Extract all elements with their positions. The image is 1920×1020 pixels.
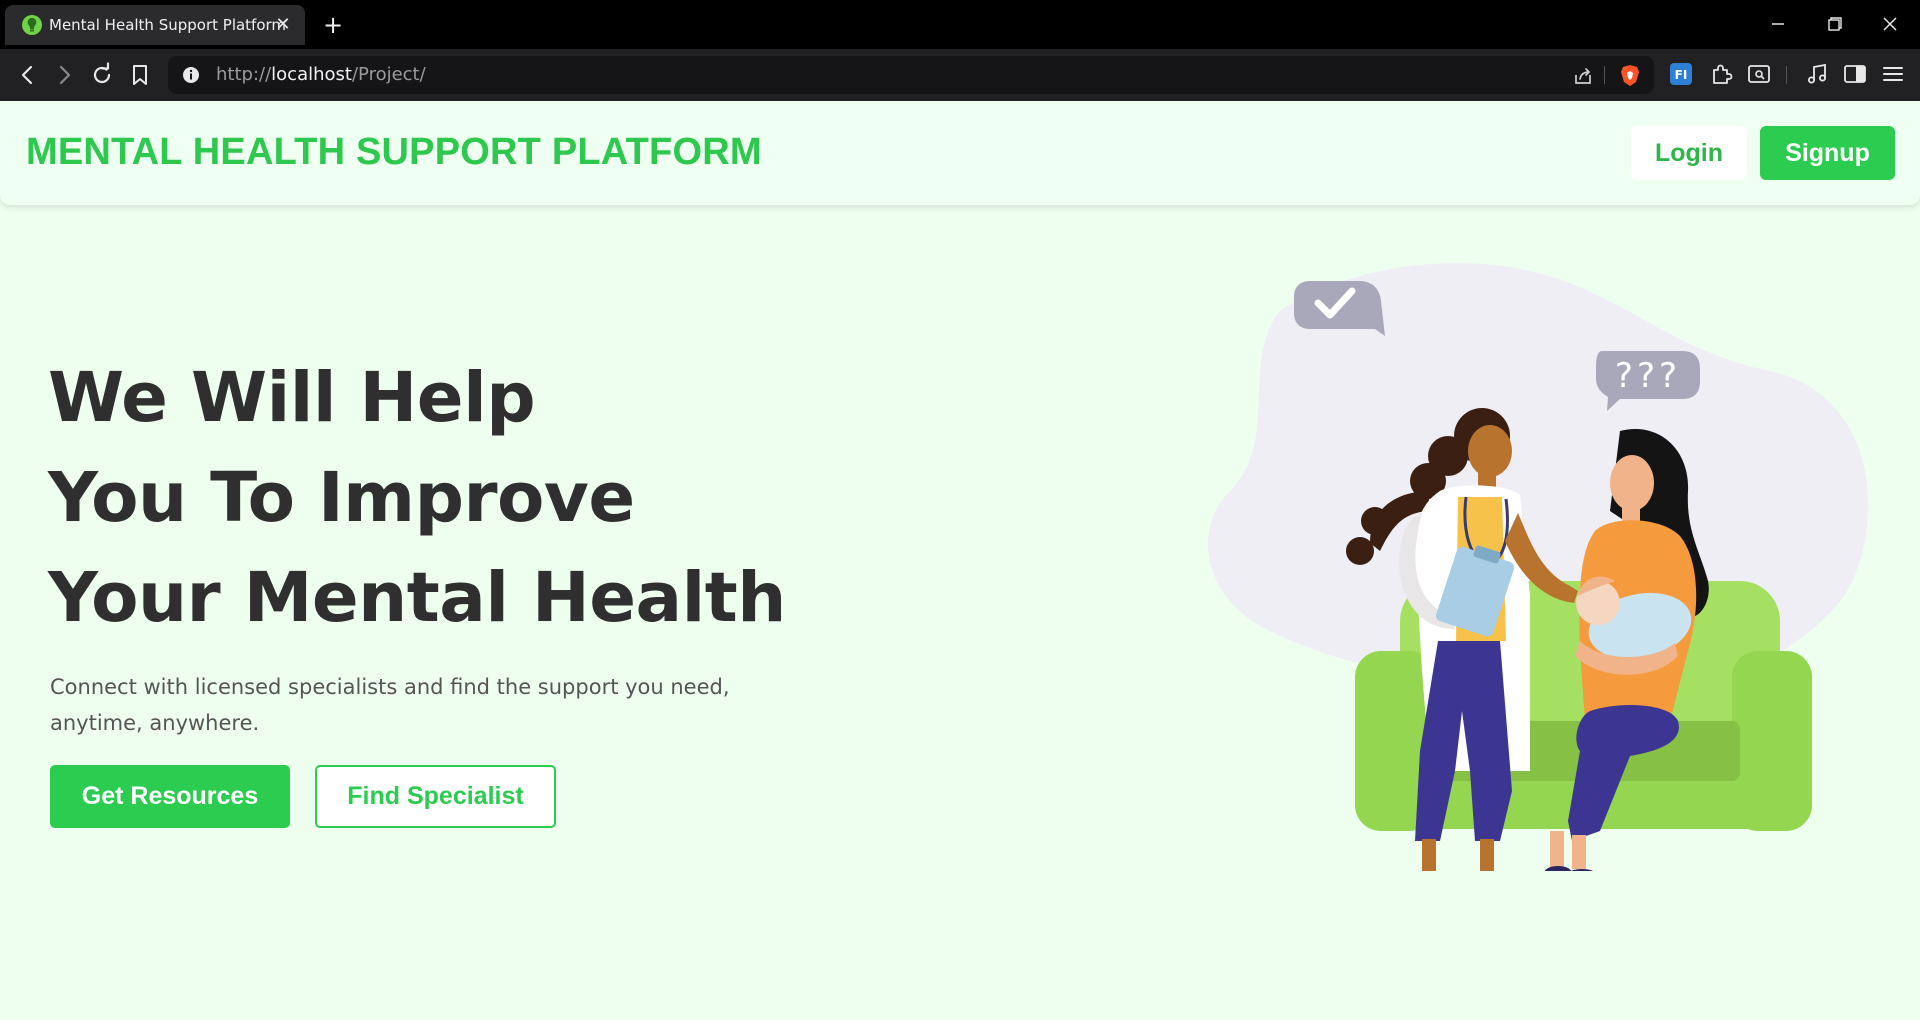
toolbar-separator — [1786, 66, 1787, 84]
address-separator — [1604, 66, 1605, 84]
forward-icon[interactable] — [50, 61, 78, 89]
hero-heading-line: Your Mental Health — [48, 558, 786, 638]
check-speech-bubble-icon — [1294, 281, 1385, 336]
page-viewport: MENTAL HEALTH SUPPORT PLATFORM Login Sig… — [0, 101, 1920, 1020]
site-info-icon[interactable] — [182, 66, 200, 84]
back-icon[interactable] — [14, 61, 42, 89]
browser-toolbar: http://localhost/Project/ FI — [0, 49, 1920, 101]
hero-heading-line: You To Improve — [48, 458, 635, 538]
menu-icon[interactable] — [1880, 61, 1906, 87]
hero-illustration: ??? — [1207, 263, 1869, 871]
extensions-icon[interactable] — [1708, 61, 1734, 87]
sidebar-icon[interactable] — [1842, 61, 1868, 87]
bookmark-icon[interactable] — [126, 61, 154, 89]
tab-title: Mental Health Support Platform — [49, 16, 287, 34]
share-icon[interactable] — [1572, 65, 1594, 87]
address-bar[interactable]: http://localhost/Project/ — [168, 56, 1654, 94]
browser-tab-active[interactable]: Mental Health Support Platform ✕ — [5, 5, 305, 45]
question-marks-text: ??? — [1615, 356, 1681, 396]
restore-icon[interactable] — [1814, 6, 1854, 42]
url-text[interactable]: http://localhost/Project/ — [216, 56, 426, 94]
svg-text:FI: FI — [1675, 68, 1688, 82]
hero-subtitle: Connect with licensed specialists and fi… — [50, 675, 730, 735]
reload-icon[interactable] — [88, 61, 116, 89]
reader-mode-icon[interactable] — [1746, 61, 1772, 87]
new-tab-icon[interactable]: + — [320, 12, 346, 38]
find-specialist-button[interactable]: Find Specialist — [315, 765, 556, 828]
favicon-icon — [22, 15, 42, 35]
hero-heading: We Will Help You To Improve Your Mental … — [48, 348, 786, 648]
media-icon[interactable] — [1804, 61, 1830, 87]
tab-close-icon[interactable]: ✕ — [271, 13, 295, 37]
browser-tabstrip: Mental Health Support Platform ✕ + — [0, 0, 1920, 49]
login-button[interactable]: Login — [1631, 126, 1747, 180]
minimize-icon[interactable] — [1758, 6, 1798, 42]
hero-heading-line: We Will Help — [48, 358, 536, 438]
translate-extension-icon[interactable]: FI — [1668, 61, 1694, 87]
get-resources-button[interactable]: Get Resources — [50, 765, 290, 828]
close-window-icon[interactable] — [1870, 6, 1910, 42]
signup-button[interactable]: Signup — [1760, 126, 1895, 180]
site-navbar: MENTAL HEALTH SUPPORT PLATFORM Login Sig… — [0, 101, 1920, 205]
site-brand-logo[interactable]: MENTAL HEALTH SUPPORT PLATFORM — [26, 131, 762, 174]
brave-shields-icon[interactable] — [1618, 63, 1642, 87]
